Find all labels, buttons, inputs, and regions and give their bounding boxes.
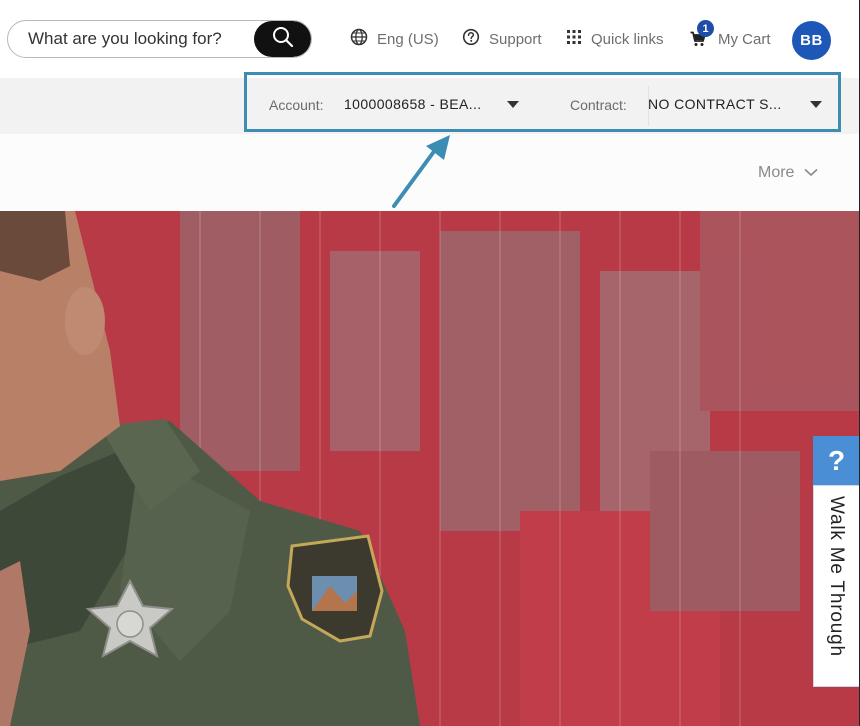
annotation-arrow-icon (392, 135, 450, 208)
walkme-tab[interactable]: ? Walk Me Through (813, 436, 860, 687)
help-circle-icon (462, 28, 489, 50)
globe-icon (350, 28, 377, 50)
cart-count-badge: 1 (697, 20, 714, 37)
support-link[interactable]: Support (462, 28, 542, 50)
grid-dots-icon (566, 29, 591, 49)
support-label: Support (489, 30, 542, 48)
chevron-down-icon (794, 164, 818, 182)
help-question-icon: ? (813, 436, 860, 485)
search-icon (272, 26, 294, 53)
quick-links-menu[interactable]: Quick links (566, 28, 664, 50)
more-menu-button[interactable]: More (758, 164, 818, 182)
cart-icon-wrapper: 1 (690, 20, 714, 47)
cart-label: My Cart (718, 30, 771, 48)
walkme-body: Walk Me Through (813, 485, 860, 687)
cart-link[interactable]: 1 My Cart (690, 20, 771, 50)
hero-banner-image (0, 211, 860, 726)
language-label: Eng (US) (377, 30, 439, 48)
user-avatar[interactable]: BB (792, 21, 831, 60)
quick-links-label: Quick links (591, 30, 664, 48)
more-label: More (758, 164, 795, 181)
annotation-highlight-box (244, 72, 841, 132)
walkme-label: Walk Me Through (826, 496, 847, 657)
hero-photo-sheriff-officer (0, 211, 860, 726)
search-bar (7, 20, 312, 58)
language-selector[interactable]: Eng (US) (350, 28, 439, 50)
search-button[interactable] (254, 21, 311, 57)
search-input[interactable] (8, 21, 256, 57)
top-header: Eng (US) Support Quick links (0, 0, 860, 78)
